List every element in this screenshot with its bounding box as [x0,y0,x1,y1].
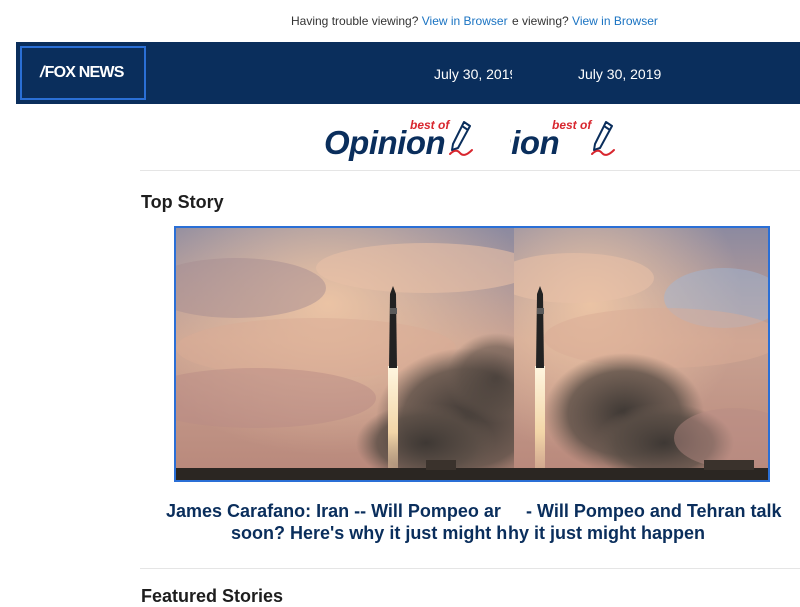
missile-launch-photo [176,228,514,480]
best-of-opinion-banner: Opinion best of Opinion best of [140,104,800,171]
headline-line-duplicate: - Will Pompeo and Tehran talk [526,501,782,521]
header-date: July 30, 2019 [434,66,512,82]
top-story-image[interactable] [174,226,770,482]
logo-slash-mark: / [40,64,44,81]
trouble-viewing-segment: Having trouble viewing? View in Browser [291,14,513,28]
trouble-viewing-text-partial: e viewing? [512,14,569,28]
top-story-heading: Top Story [141,192,224,212]
headline-line: James Carafano: Iran -- Will Pompeo ar [166,501,501,521]
missile-launch-photo-duplicate [514,228,768,480]
trouble-viewing-text: Having trouble viewing? [291,14,419,28]
featured-stories-heading: Featured Stories [141,586,284,606]
section-divider [140,568,800,569]
top-story-headline-link[interactable]: James Carafano: Iran -- Will Pompeo ar -… [150,500,800,546]
headline-line: soon? Here's why it just might h [231,523,507,543]
best-of-opinion-logo-duplicate[interactable]: Opinion best of [510,118,630,164]
logo-wordmark: FOX NEWS [44,64,125,81]
view-in-browser-link[interactable]: View in Browser [422,14,508,28]
pen-icon [449,121,473,156]
header-date-duplicate: July 30, 2019 [578,66,662,82]
trouble-viewing-segment-duplicate: e viewing? View in Browser [512,14,672,28]
view-in-browser-link-duplicate[interactable]: View in Browser [572,14,658,28]
fox-news-logo[interactable]: /FOX NEWS [20,46,146,100]
fox-news-logo-text: /FOX NEWS [40,64,124,82]
best-of-opinion-logo[interactable]: Opinion best of [324,118,484,164]
pen-icon [591,121,615,156]
headline-line-duplicate: hy it just might happen [508,523,705,543]
trouble-viewing-bar: Having trouble viewing? View in Browser … [0,0,800,42]
header-bar: /FOX NEWS July 30, 2019 July 30, 2019 [16,42,800,104]
best-of-label: best of [552,118,592,132]
best-of-label: best of [410,118,450,132]
